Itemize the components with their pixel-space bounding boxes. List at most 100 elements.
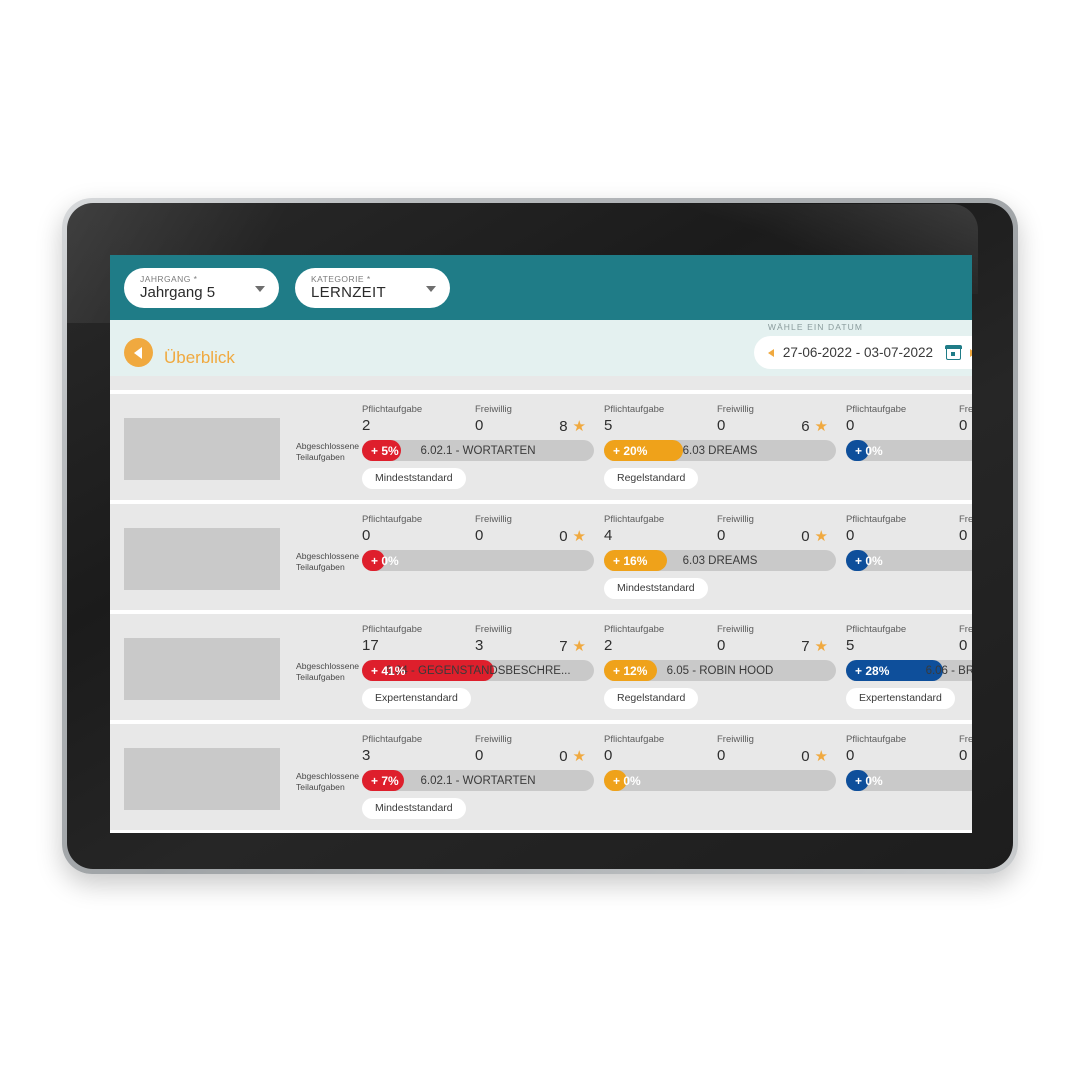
star-icon: ★	[814, 527, 828, 545]
progress-percent: + 16%	[613, 553, 648, 568]
subject-column[interactable]: PflichtaufgabeFreiwillig00+ 0%-	[846, 734, 972, 820]
column-header: Pflichtaufgabe Freiwillig	[362, 404, 594, 416]
standard-chip[interactable]: Mindeststandard	[362, 798, 466, 819]
voluntary-header: Freiwillig	[475, 404, 512, 415]
standard-chip[interactable]: Mindeststandard	[604, 578, 708, 599]
student-photo-placeholder	[124, 418, 280, 480]
progress-bar[interactable]: + 0%	[604, 770, 836, 791]
voluntary-header: Freiwillig	[717, 514, 754, 525]
column-header: Pflichtaufgabe Freiwillig	[604, 734, 836, 746]
mandatory-count: 0	[362, 527, 371, 544]
calendar-icon[interactable]	[945, 344, 962, 360]
subject-column[interactable]: Pflichtaufgabe Freiwillig 2 0 7 ★ 6.05 - ROBIN…	[604, 624, 846, 710]
date-range-picker[interactable]: 27-06-2022 - 03-07-2022	[753, 336, 972, 369]
voluntary-header: Freiwillig	[959, 404, 972, 415]
subject-column[interactable]: Pflichtaufgabe Freiwillig 2 0 8 ★ 6.02.1 - WOR…	[362, 404, 604, 490]
mandatory-count: 2	[362, 417, 371, 434]
progress-bar[interactable]: 6.02.1 - WORTARTEN + 7%	[362, 770, 594, 791]
mandatory-count: 0	[846, 527, 855, 544]
subject-column[interactable]: PflichtaufgabeFreiwillig00+ 0%-	[846, 404, 972, 490]
column-values: 17 3 7 ★	[362, 637, 594, 655]
voluntary-header: Freiwillig	[959, 514, 972, 525]
subject-column[interactable]: Pflichtaufgabe Freiwillig 5 0 6 ★ 6.03 DREAMS +…	[604, 404, 846, 490]
voluntary-header: Freiwillig	[475, 624, 512, 635]
subject-column[interactable]: Pflichtaufgabe Freiwillig 4 0 0 ★ 6.03 DREAMS +…	[604, 514, 846, 600]
back-button[interactable]	[124, 338, 153, 367]
student-photo-placeholder	[124, 748, 280, 810]
mandatory-header: Pflichtaufgabe	[604, 514, 665, 525]
table-row[interactable]: Abgeschlossene Teilaufgaben Pflichtaufgabe…	[110, 390, 972, 504]
star-score: 0 ★	[801, 528, 836, 545]
star-icon: ★	[814, 417, 828, 435]
table-row[interactable]: Abgeschlossene Teilaufgaben Pflichtaufgabe…	[110, 504, 972, 614]
column-header: Pflichtaufgabe Freiwillig	[846, 404, 972, 416]
progress-bar[interactable]: 6.03 DREAMS + 20%	[604, 440, 836, 461]
voluntary-count: 0	[959, 637, 968, 654]
subject-column[interactable]: PflichtaufgabeFreiwillig000★+ 0%-	[604, 734, 846, 820]
progress-bar[interactable]: + 0%	[846, 550, 972, 571]
subject-column[interactable]: PflichtaufgabeFreiwillig00+ 0%-	[846, 514, 972, 600]
kategorie-label: KATEGORIE *	[311, 274, 371, 284]
column-values: 2 0 8 ★	[362, 417, 594, 435]
mandatory-count: 5	[604, 417, 613, 434]
student-photo-placeholder	[124, 638, 280, 700]
mandatory-count: 4	[604, 527, 613, 544]
kategorie-select[interactable]: KATEGORIE * LERNZEIT	[295, 267, 450, 308]
table-row[interactable]: Abgeschlossene Teilaufgaben Pflichtaufgabe…	[110, 724, 972, 833]
column-header: Pflichtaufgabe Freiwillig	[362, 734, 594, 746]
star-count: 6	[801, 417, 810, 435]
progress-percent: + 5%	[371, 443, 399, 458]
voluntary-header: Freiwillig	[717, 404, 754, 415]
star-icon: ★	[814, 747, 828, 765]
star-score: 0 ★	[559, 528, 594, 545]
progress-percent: + 20%	[613, 443, 648, 458]
mandatory-header: Pflichtaufgabe	[846, 624, 907, 635]
standard-chip[interactable]: Regelstandard	[604, 468, 699, 489]
star-icon: ★	[572, 417, 586, 435]
subject-column[interactable]: PflichtaufgabeFreiwillig506.06 - BRÜCK+ …	[846, 624, 972, 710]
standard-chip[interactable]: Regelstandard	[604, 688, 699, 709]
progress-bar[interactable]: + 0%	[362, 550, 594, 571]
progress-bar[interactable]: 6.04 - GEGENSTANDSBESCHRE... + 41%	[362, 660, 594, 681]
progress-bar[interactable]: 6.05 - ROBIN HOOD + 12%	[604, 660, 836, 681]
standard-chip[interactable]: Expertenstandard	[362, 688, 471, 709]
standard-chip[interactable]: Mindeststandard	[362, 468, 466, 489]
voluntary-count: 0	[959, 417, 968, 434]
mandatory-count: 0	[846, 747, 855, 764]
mandatory-count: 0	[846, 417, 855, 434]
standard-chip[interactable]: Expertenstandard	[846, 688, 955, 709]
mandatory-header: Pflichtaufgabe	[846, 514, 907, 525]
voluntary-count: 0	[959, 747, 968, 764]
voluntary-header: Freiwillig	[475, 514, 512, 525]
column-values: 4 0 0 ★	[604, 527, 836, 545]
completed-subtasks-label: Abgeschlossene Teilaufgaben	[296, 551, 362, 573]
star-count: 0	[559, 747, 568, 765]
column-values: 5 0 6 ★	[604, 417, 836, 435]
jahrgang-select[interactable]: JAHRGANG * Jahrgang 5	[124, 267, 279, 308]
progress-bar[interactable]: + 0%	[846, 770, 972, 791]
mandatory-header: Pflichtaufgabe	[604, 734, 665, 745]
progress-bar[interactable]: + 0%	[846, 440, 972, 461]
subject-column[interactable]: PflichtaufgabeFreiwillig000★+ 0%-	[362, 514, 604, 600]
column-header: Pflichtaufgabe Freiwillig	[846, 734, 972, 746]
completed-subtasks-label: Abgeschlossene Teilaufgaben	[296, 661, 362, 683]
table-row[interactable]: Abgeschlossene Teilaufgaben Pflichtaufgabe…	[110, 614, 972, 724]
progress-bar[interactable]: 6.03 DREAMS + 16%	[604, 550, 836, 571]
progress-percent: + 0%	[613, 773, 641, 788]
column-values: 50	[846, 637, 972, 655]
jahrgang-label: JAHRGANG *	[140, 274, 198, 284]
voluntary-header: Freiwillig	[475, 734, 512, 745]
progress-percent: + 41%	[371, 663, 406, 678]
progress-percent: + 0%	[855, 553, 883, 568]
star-icon: ★	[572, 527, 586, 545]
arrow-left-icon[interactable]	[767, 348, 774, 357]
progress-bar[interactable]: 6.06 - BRÜCK+ 28%	[846, 660, 972, 681]
progress-bar[interactable]: 6.02.1 - WORTARTEN + 5%	[362, 440, 594, 461]
arrow-right-icon[interactable]	[970, 348, 972, 357]
app-viewport: JAHRGANG * Jahrgang 5 KATEGORIE * LERNZE…	[110, 255, 972, 833]
mandatory-header: Pflichtaufgabe	[604, 624, 665, 635]
completed-subtasks-label-line1: Abgeschlossene	[296, 771, 360, 781]
subject-column[interactable]: Pflichtaufgabe Freiwillig 17 3 7 ★ 6.04 - GEGE…	[362, 624, 604, 710]
page-title: Überblick	[164, 348, 235, 367]
subject-column[interactable]: Pflichtaufgabe Freiwillig 3 0 0 ★ 6.02.1 - WOR…	[362, 734, 604, 820]
